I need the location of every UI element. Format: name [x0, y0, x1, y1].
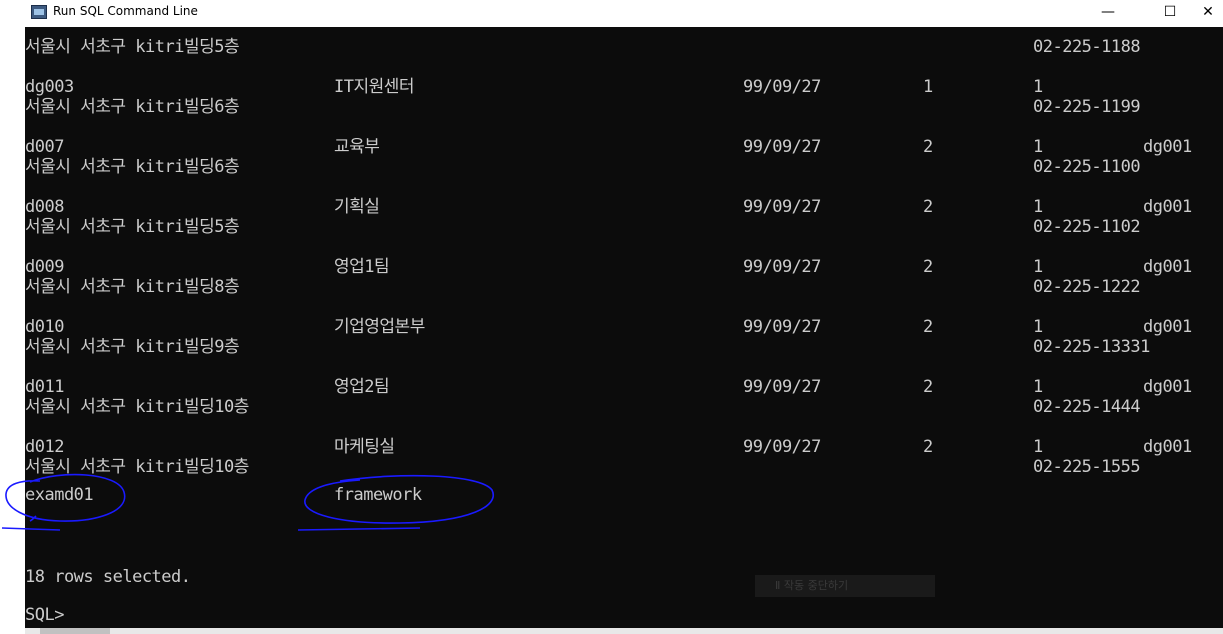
row-code: d007 — [25, 137, 64, 157]
row-date: 99/09/27 — [743, 257, 821, 277]
row-phone: 02-225-1222 — [1033, 277, 1141, 297]
row-name: 마케팅실 — [334, 437, 395, 457]
row-code: dg003 — [25, 77, 74, 97]
row-date: 99/09/27 — [743, 377, 821, 397]
row-level: 2 — [923, 437, 933, 457]
row-date: 99/09/27 — [743, 317, 821, 337]
minimize-button[interactable]: — — [1085, 0, 1131, 27]
row-phone: 02-225-1444 — [1033, 397, 1141, 417]
row-parent: dg001 — [1143, 137, 1192, 157]
row-name: 영업1팀 — [334, 257, 390, 277]
row-phone: 02-225-1199 — [1033, 97, 1141, 117]
row-name: 기업영업본부 — [334, 317, 425, 337]
row-address: 서울시 서초구 kitri빌딩6층 — [25, 97, 240, 117]
extra-row-code: examd01 — [25, 485, 94, 505]
row-flag: 1 — [1033, 257, 1043, 277]
row-code: d009 — [25, 257, 64, 277]
row-date: 99/09/27 — [743, 437, 821, 457]
row-address: 서울시 서초구 kitri빌딩6층 — [25, 157, 240, 177]
row-parent: dg001 — [1143, 257, 1192, 277]
row-phone: 02-225-1100 — [1033, 157, 1141, 177]
window-title: Run SQL Command Line — [53, 4, 198, 18]
tooltip-hint: Ⅱ 작동 중단하기 — [755, 575, 935, 597]
row-flag: 1 — [1033, 377, 1043, 397]
row-address: 서울시 서초구 kitri빌딩10층 — [25, 397, 249, 417]
row-level: 2 — [923, 197, 933, 217]
row-name: 영업2팀 — [334, 377, 390, 397]
row-flag: 1 — [1033, 77, 1043, 97]
row-address: 서울시 서초구 kitri빌딩5층 — [25, 217, 240, 237]
row-code: d011 — [25, 377, 64, 397]
row-level: 2 — [923, 257, 933, 277]
row-date: 99/09/27 — [743, 77, 821, 97]
extra-row-name: framework — [334, 485, 422, 505]
left-margin — [0, 27, 25, 634]
horizontal-scrollbar[interactable] — [25, 628, 1223, 634]
row-parent: dg001 — [1143, 317, 1192, 337]
row-flag: 1 — [1033, 437, 1043, 457]
row-parent: dg001 — [1143, 197, 1192, 217]
sql-app-icon — [31, 5, 47, 19]
rows-selected-summary: 18 rows selected. — [25, 567, 191, 587]
row-level: 2 — [923, 137, 933, 157]
maximize-button[interactable]: ☐ — [1147, 0, 1193, 27]
row-parent: dg001 — [1143, 437, 1192, 457]
row-level: 2 — [923, 377, 933, 397]
row-flag: 1 — [1033, 317, 1043, 337]
row-code: d012 — [25, 437, 64, 457]
row-code: d010 — [25, 317, 64, 337]
row-flag: 1 — [1033, 197, 1043, 217]
row-level: 1 — [923, 77, 933, 97]
row-address: 서울시 서초구 kitri빌딩9층 — [25, 337, 240, 357]
row-address: 서울시 서초구 kitri빌딩8층 — [25, 277, 240, 297]
row-flag: 1 — [1033, 137, 1043, 157]
row-code: d008 — [25, 197, 64, 217]
title-bar: Run SQL Command Line — ☐ ✕ — [0, 0, 1223, 27]
sql-prompt[interactable]: SQL> — [25, 605, 64, 625]
row-name: 교육부 — [334, 137, 380, 157]
row-phone: 02-225-1555 — [1033, 457, 1141, 477]
row-name: IT지원센터 — [334, 77, 415, 97]
row-date: 99/09/27 — [743, 197, 821, 217]
row-name: 기획실 — [334, 197, 380, 217]
row-address: 서울시 서초구 kitri빌딩5층 — [25, 37, 240, 57]
row-parent: dg001 — [1143, 377, 1192, 397]
close-button[interactable]: ✕ — [1193, 0, 1223, 27]
scrollbar-thumb[interactable] — [40, 628, 110, 634]
row-level: 2 — [923, 317, 933, 337]
row-phone: 02-225-1188 — [1033, 37, 1141, 57]
row-phone: 02-225-1102 — [1033, 217, 1141, 237]
row-address: 서울시 서초구 kitri빌딩10층 — [25, 457, 249, 477]
row-phone: 02-225-13331 — [1033, 337, 1150, 357]
row-date: 99/09/27 — [743, 137, 821, 157]
console-output[interactable]: 서울시 서초구 kitri빌딩5층 02-225-1188 dg003 IT지원센터 9… — [25, 27, 1223, 628]
